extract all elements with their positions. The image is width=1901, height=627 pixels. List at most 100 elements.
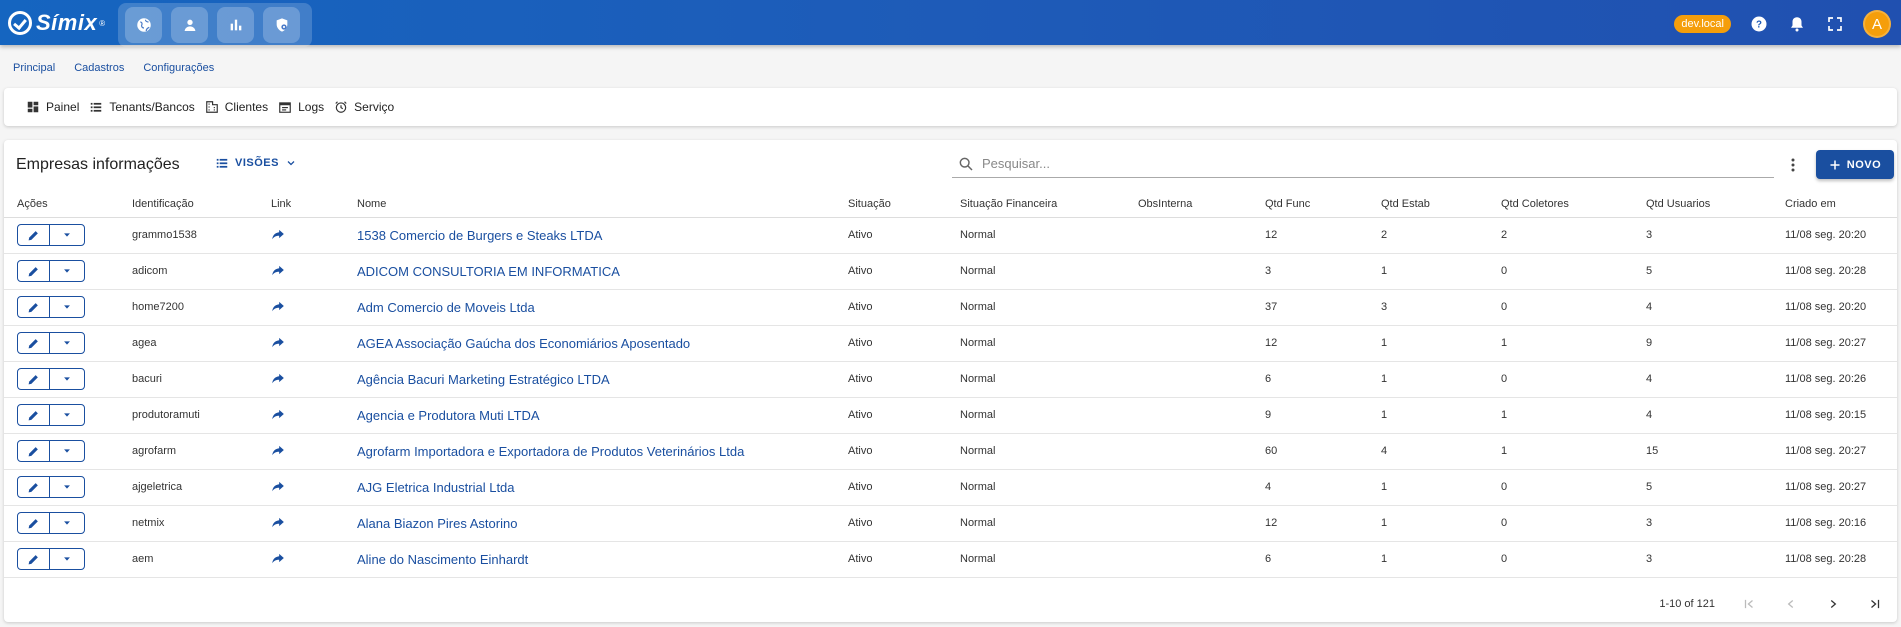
open-link-button[interactable] [271,407,285,421]
table-row[interactable]: grammo1538 1538 Comercio de Burgers e St… [4,217,1897,254]
edit-button[interactable] [18,513,50,533]
views-dropdown[interactable]: VISÕES [215,156,297,170]
open-link-button[interactable] [271,551,285,565]
column-header-qtd-coletores[interactable]: Qtd Coletores [1501,192,1646,218]
cell-nome-link[interactable]: Agrofarm Importadora e Exportadora de Pr… [357,433,848,470]
edit-button[interactable] [18,405,50,425]
search-input[interactable] [982,156,1742,171]
open-link-button[interactable] [271,227,285,241]
open-link-button[interactable] [271,299,285,313]
subnav-tenants[interactable]: Tenants/Bancos [89,100,195,114]
cell-nome-link[interactable]: 1538 Comercio de Burgers e Steaks LTDA [357,217,848,254]
row-menu-button[interactable] [50,225,84,245]
table-row[interactable]: home7200 Adm Comercio de Moveis Ltda Ati… [4,289,1897,326]
cell-nome-link[interactable]: Agencia e Produtora Muti LTDA [357,397,848,434]
row-actions-cell [4,433,132,470]
row-menu-button[interactable] [50,297,84,317]
subnav-servico[interactable]: Serviço [334,100,394,114]
cell-nome-link[interactable]: ADICOM CONSULTORIA EM INFORMATICA [357,253,848,290]
cell-nome-link[interactable]: Alana Biazon Pires Astorino [357,505,848,542]
table-row[interactable]: ajgeletrica AJG Eletrica Industrial Ltda… [4,469,1897,506]
user-avatar[interactable]: A [1863,10,1891,38]
subnav-logs[interactable]: Logs [278,100,324,114]
column-header-link[interactable]: Link [271,192,357,218]
column-header-identificacao[interactable]: Identificação [132,192,271,218]
table-row[interactable]: produtoramuti Agencia e Produtora Muti L… [4,397,1897,434]
cell-qtd-usuarios: 9 [1646,325,1785,362]
alarm-icon [335,101,347,113]
top-bar: Símix ® dev.local ? A [0,0,1901,47]
row-menu-button[interactable] [50,261,84,281]
cell-criado-em: 11/08 seg. 20:27 [1785,469,1897,506]
cell-qtd-coletores: 2 [1501,217,1646,254]
menu-cadastros[interactable]: Cadastros [74,62,124,74]
open-link-button[interactable] [271,515,285,529]
module-security-button[interactable] [263,7,300,43]
cell-nome-link[interactable]: AJG Eletrica Industrial Ltda [357,469,848,506]
menu-principal[interactable]: Principal [13,62,55,74]
row-menu-button[interactable] [50,405,84,425]
table-row[interactable]: netmix Alana Biazon Pires Astorino Ativo… [4,505,1897,542]
open-link-button[interactable] [271,443,285,457]
cell-link [271,433,357,470]
edit-button[interactable] [18,441,50,461]
table-row[interactable]: agrofarm Agrofarm Importadora e Exportad… [4,433,1897,470]
fullscreen-button[interactable] [1825,14,1845,34]
cell-nome-link[interactable]: Agência Bacuri Marketing Estratégico LTD… [357,361,848,398]
column-header-qtd-usuarios[interactable]: Qtd Usuarios [1646,192,1785,218]
pencil-icon [28,446,38,456]
column-header-qtd-func[interactable]: Qtd Func [1265,192,1381,218]
cell-identificacao: netmix [132,505,271,542]
column-header-obs-interna[interactable]: ObsInterna [1138,192,1265,218]
cell-nome-link[interactable]: Aline do Nascimento Einhardt [357,541,848,578]
module-globe-button[interactable] [125,7,162,43]
edit-button[interactable] [18,261,50,281]
open-link-button[interactable] [271,479,285,493]
new-button[interactable]: NOVO [1816,150,1894,179]
edit-button[interactable] [18,477,50,497]
notifications-button[interactable] [1787,14,1807,34]
more-options-button[interactable] [1786,156,1800,174]
column-header-qtd-estab[interactable]: Qtd Estab [1381,192,1501,218]
edit-button[interactable] [18,333,50,353]
row-menu-button[interactable] [50,513,84,533]
cell-link [271,505,357,542]
last-page-button[interactable] [1867,596,1883,612]
column-header-criado-em[interactable]: Criado em [1785,192,1897,218]
cell-nome-link[interactable]: Adm Comercio de Moveis Ltda [357,289,848,326]
table-row[interactable]: adicom ADICOM CONSULTORIA EM INFORMATICA… [4,253,1897,290]
column-header-situacao[interactable]: Situação [848,192,960,218]
row-menu-button[interactable] [50,441,84,461]
table-row[interactable]: bacuri Agência Bacuri Marketing Estratég… [4,361,1897,398]
subnav-clientes[interactable]: Clientes [205,100,268,114]
subnav-painel[interactable]: Painel [26,100,79,114]
row-menu-button[interactable] [50,477,84,497]
edit-button[interactable] [18,549,50,569]
module-person-button[interactable] [171,7,208,43]
module-chart-button[interactable] [217,7,254,43]
table-row[interactable]: aem Aline do Nascimento Einhardt Ativo N… [4,541,1897,578]
previous-page-button[interactable] [1783,596,1799,612]
svg-text:?: ? [1756,19,1762,30]
cell-qtd-estab: 1 [1381,325,1501,362]
edit-button[interactable] [18,369,50,389]
column-header-acoes: Ações [4,192,132,218]
table-row[interactable]: agea AGEA Associação Gaúcha dos Economiá… [4,325,1897,362]
row-menu-button[interactable] [50,549,84,569]
help-button[interactable]: ? [1749,14,1769,34]
edit-button[interactable] [18,225,50,245]
column-header-situacao-financeira[interactable]: Situação Financeira [960,192,1138,218]
row-menu-button[interactable] [50,369,84,389]
column-header-nome[interactable]: Nome [357,192,848,218]
row-actions-cell [4,361,132,398]
next-page-button[interactable] [1825,596,1841,612]
first-page-button[interactable] [1741,596,1757,612]
open-link-button[interactable] [271,335,285,349]
open-link-button[interactable] [271,371,285,385]
edit-button[interactable] [18,297,50,317]
row-menu-button[interactable] [50,333,84,353]
simix-logo[interactable]: Símix ® [8,9,105,37]
cell-nome-link[interactable]: AGEA Associação Gaúcha dos Economiários … [357,325,848,362]
open-link-button[interactable] [271,263,285,277]
menu-configuracoes[interactable]: Configurações [143,62,214,74]
